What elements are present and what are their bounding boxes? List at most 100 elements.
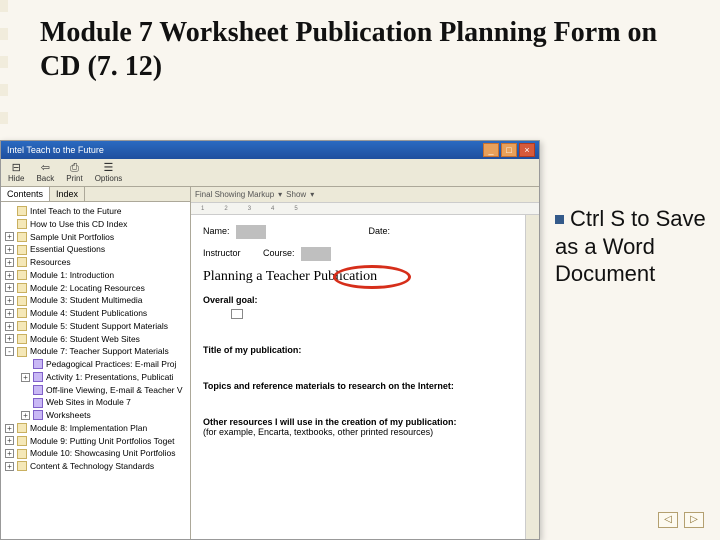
tree-item[interactable]: Web Sites in Module 7 [3,396,188,409]
tree-item-label: Off-line Viewing, E-mail & Teacher V [46,384,183,397]
tree-expander[interactable]: + [5,258,14,267]
options-button[interactable]: ☰ Options [92,162,126,184]
node-icon [17,347,27,357]
tree-item[interactable]: +Module 8: Implementation Plan [3,422,188,435]
name-label: Name: [203,226,230,236]
back-icon: ⇦ [41,163,50,174]
prev-slide-button[interactable]: ◁ [658,512,678,528]
tree-item-label: Sample Unit Portfolios [30,231,114,244]
bullet-icon [555,215,564,224]
node-icon [17,232,27,242]
tree-item[interactable]: + Essential Questions [3,243,188,256]
panes: Contents Index Intel Teach to the Future… [1,187,539,539]
tree-item-label: Content & Technology Standards [30,460,154,473]
show-menu[interactable]: Show [286,190,306,199]
tree-expander[interactable]: + [5,449,14,458]
tree-expander[interactable]: - [5,347,14,356]
tab-contents[interactable]: Contents [1,187,50,201]
tree-item[interactable]: + Activity 1: Presentations, Publicati [3,371,188,384]
node-icon [17,461,27,471]
document-pane: Final Showing Markup ▾ Show ▾ 12345 Name… [191,187,539,539]
window-titlebar: Intel Teach to the Future _ □ × [1,141,539,159]
tree-expander[interactable]: + [5,232,14,241]
tree-item[interactable]: +Worksheets [3,409,188,422]
tree-item[interactable]: + Content & Technology Standards [3,460,188,473]
node-icon [33,359,43,369]
tree-item[interactable]: + Module 5: Student Support Materials [3,320,188,333]
tree-expander[interactable]: + [5,283,14,292]
tree-expander[interactable]: + [21,373,30,382]
close-button[interactable]: × [519,143,535,157]
node-icon [17,308,27,318]
maximize-button[interactable]: □ [501,143,517,157]
help-toolbar: ⊟ Hide ⇦ Back ⎙ Print ☰ Options [1,159,539,187]
tree-item[interactable]: How to Use this CD Index [3,218,188,231]
tree-item-label: Module 7: Teacher Support Materials [30,345,169,358]
instructor-label: Instructor [203,248,241,258]
overall-goal-label: Overall goal: [203,295,527,305]
tree-item[interactable]: +Module 3: Student Multimedia [3,294,188,307]
tree-expander[interactable]: + [21,411,30,420]
tree-expander[interactable]: + [5,424,14,433]
tree-item[interactable]: +Module 4: Student Publications [3,307,188,320]
next-slide-button[interactable]: ▷ [684,512,704,528]
doc-heading: Planning a Teacher Publication [203,269,527,285]
name-field[interactable] [236,225,266,239]
tree-item-label: Essential Questions [30,243,105,256]
node-icon [17,206,27,216]
tree-item[interactable]: - Module 7: Teacher Support Materials [3,345,188,358]
tree-item[interactable]: Pedagogical Practices: E-mail Proj [3,358,188,371]
tree-item[interactable]: +Module 9: Putting Unit Portfolios Toget [3,435,188,448]
node-icon [17,436,27,446]
hide-button[interactable]: ⊟ Hide [5,162,27,184]
tree-item[interactable]: + Module 2: Locating Resources [3,282,188,295]
nav-tabs: Contents Index [1,187,190,202]
tree-item-label: Module 6: Student Web Sites [30,333,140,346]
tree-expander[interactable]: + [5,334,14,343]
slide-title: Module 7 Worksheet Publication Planning … [0,0,720,93]
tree-expander[interactable]: + [5,245,14,254]
node-icon [17,257,27,267]
node-icon [17,423,27,433]
node-icon [17,296,27,306]
tree-item-label: Module 1: Introduction [30,269,114,282]
doc-toolbar: Final Showing Markup ▾ Show ▾ [191,187,539,203]
tree-item-label: How to Use this CD Index [30,218,127,231]
tree-expander[interactable]: + [5,309,14,318]
tree-item-label: Module 5: Student Support Materials [30,320,168,333]
tree-item[interactable]: +Resources [3,256,188,269]
pub-title-label: Title of my publication: [203,345,527,355]
node-icon [33,398,43,408]
tree-item[interactable]: Intel Teach to the Future [3,205,188,218]
goal-insert-box[interactable] [231,309,243,319]
tree-item[interactable]: Off-line Viewing, E-mail & Teacher V [3,384,188,397]
tree-expander[interactable]: + [5,322,14,331]
tree-item-label: Web Sites in Module 7 [46,396,131,409]
tree-item[interactable]: + Module 6: Student Web Sites [3,333,188,346]
vertical-scrollbar[interactable] [525,215,539,539]
tree-item-label: Module 2: Locating Resources [30,282,145,295]
print-button[interactable]: ⎙ Print [63,162,85,184]
tree-item[interactable]: + Module 1: Introduction [3,269,188,282]
markup-mode[interactable]: Final Showing Markup [195,190,274,199]
tree-item[interactable]: + Sample Unit Portfolios [3,231,188,244]
node-icon [17,321,27,331]
topics-label: Topics and reference materials to resear… [203,381,527,391]
node-icon [17,334,27,344]
tree-expander[interactable]: + [5,462,14,471]
tree-expander[interactable]: + [5,436,14,445]
hide-icon: ⊟ [12,163,21,174]
minimize-button[interactable]: _ [483,143,499,157]
node-icon [17,283,27,293]
print-icon: ⎙ [70,163,79,174]
document-body: Name: Date: Instructor Course: Planning … [191,215,539,447]
tab-index[interactable]: Index [50,187,85,201]
tree-expander[interactable]: + [5,296,14,305]
course-field[interactable] [301,247,331,261]
back-button[interactable]: ⇦ Back [33,162,57,184]
tree-item-label: Activity 1: Presentations, Publicati [46,371,174,384]
date-label: Date: [369,226,391,236]
tree-expander[interactable]: + [5,271,14,280]
course-label: Course: [263,248,295,258]
tree-item[interactable]: +Module 10: Showcasing Unit Portfolios [3,447,188,460]
